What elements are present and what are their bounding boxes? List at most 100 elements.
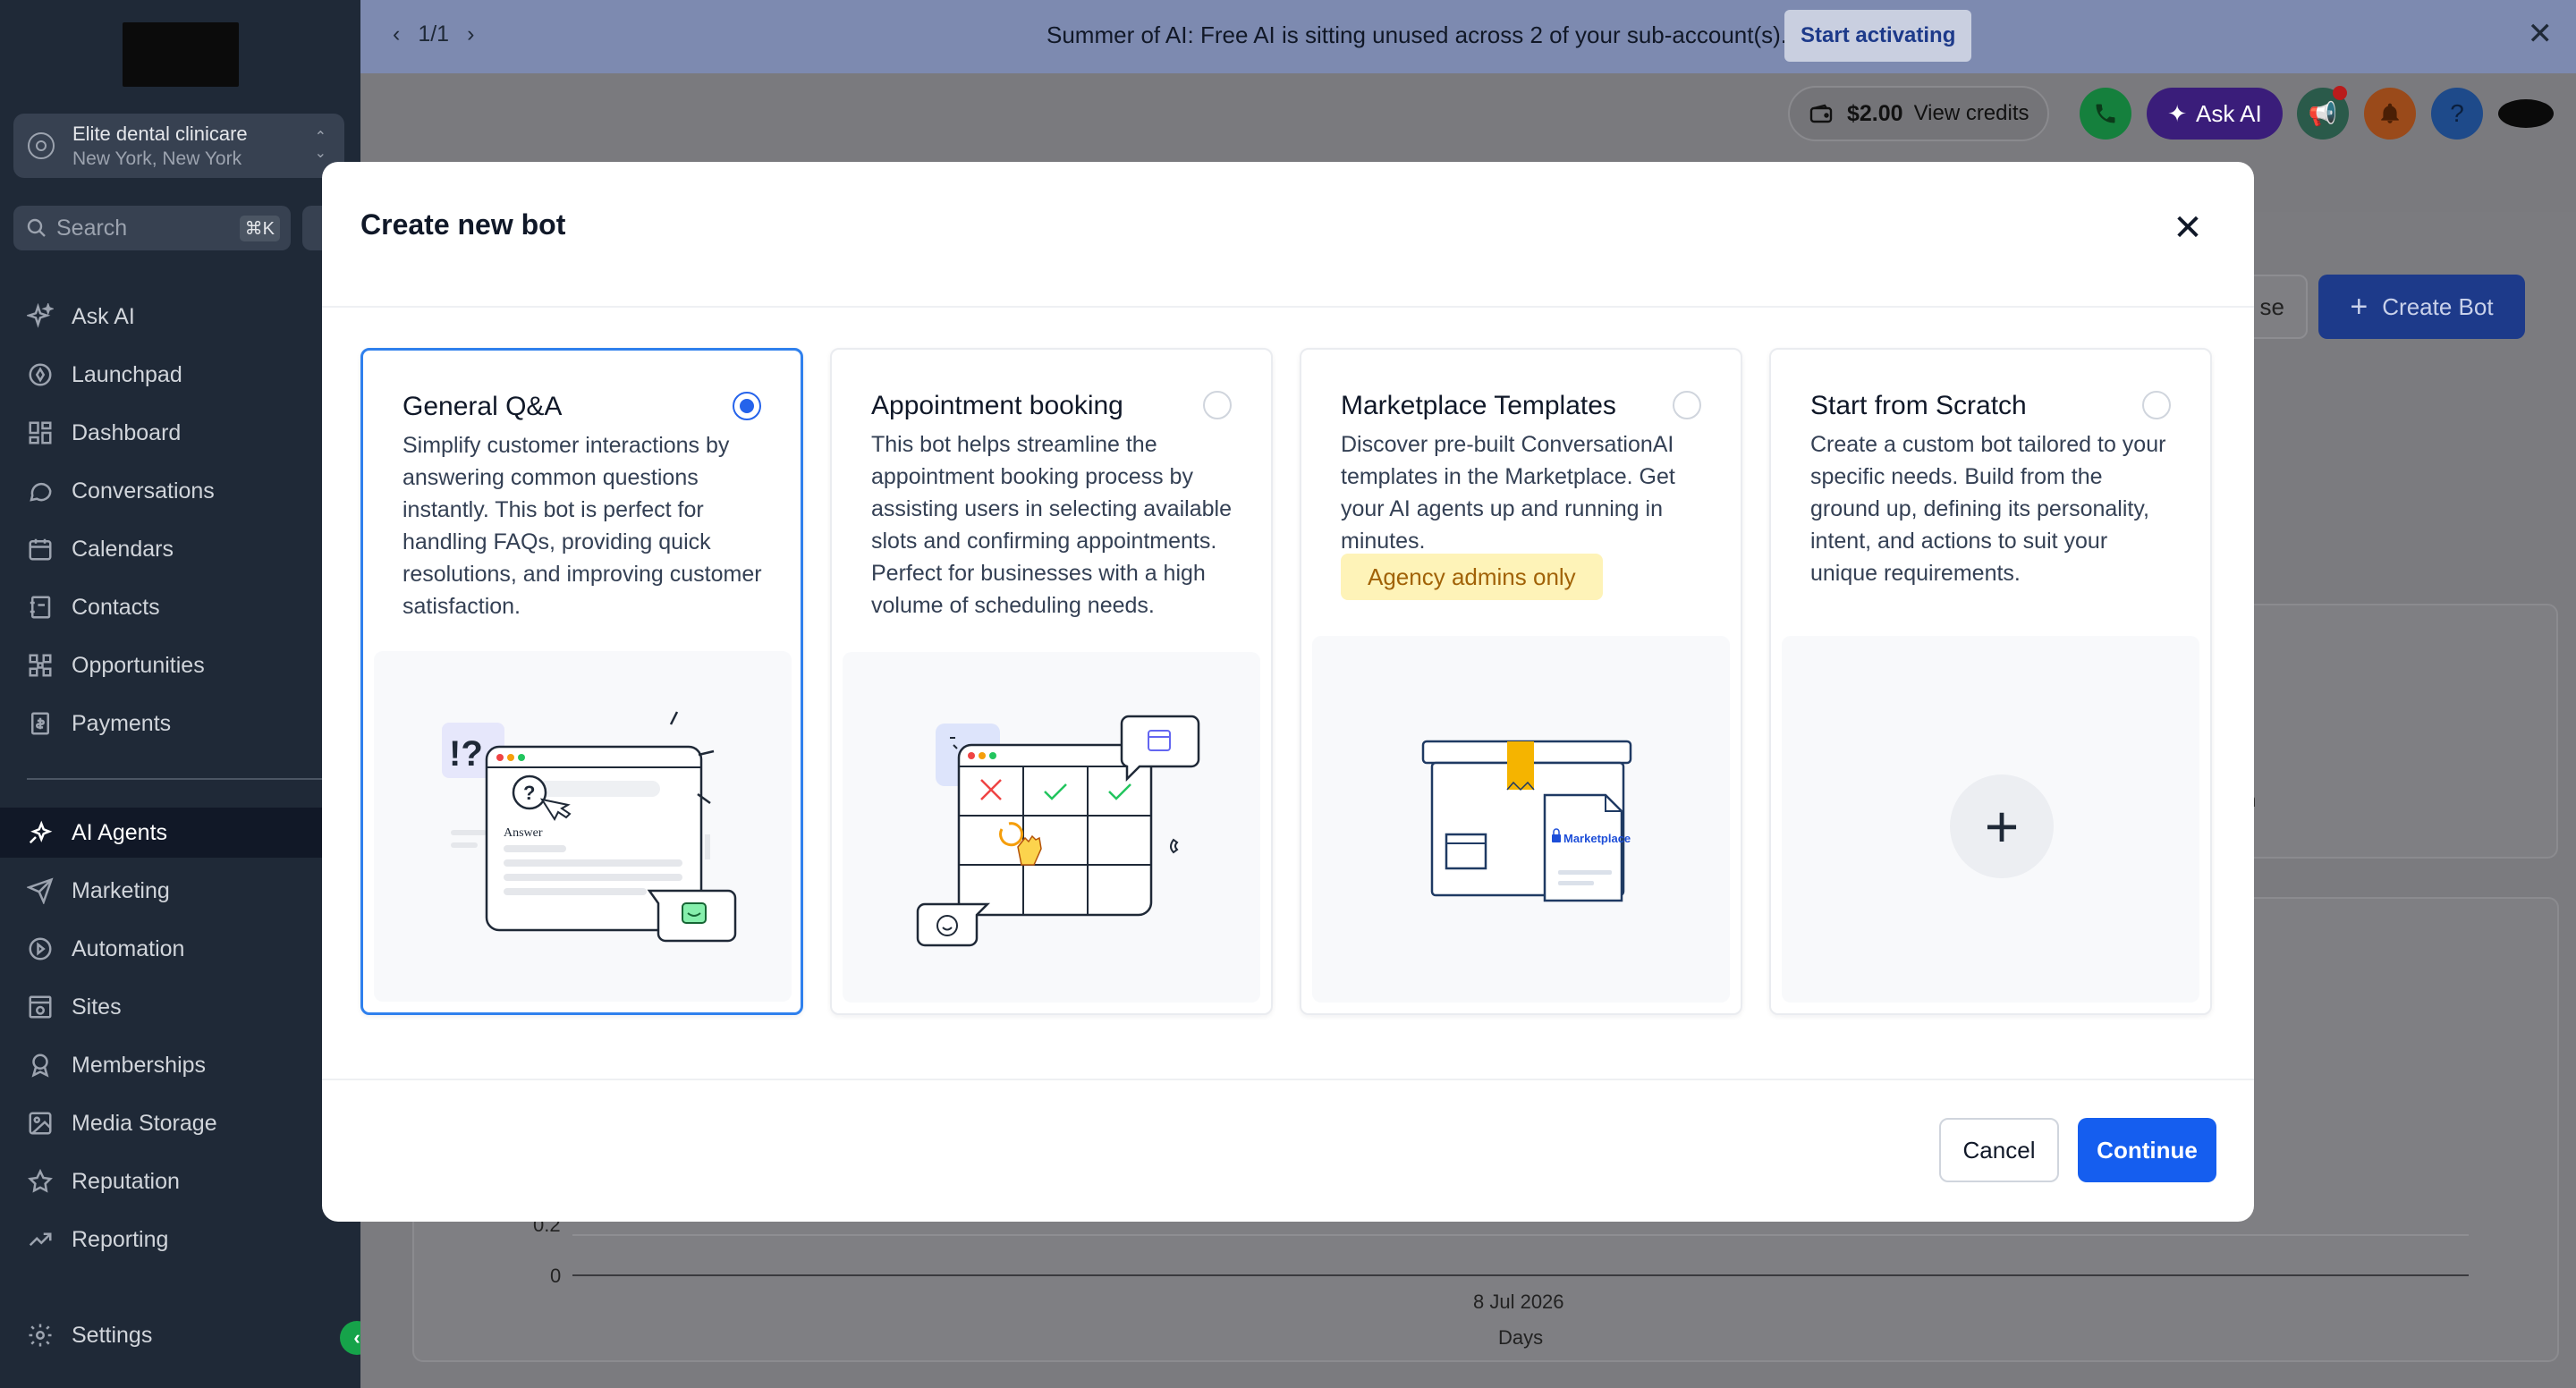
sidebar-item-media-storage[interactable]: Media Storage	[0, 1098, 360, 1148]
option-title: Start from Scratch	[1810, 391, 2027, 420]
account-switcher[interactable]: Elite dental clinicare New York, New Yor…	[13, 114, 344, 178]
x-tick-label: 8 Jul 2026	[1473, 1291, 1564, 1313]
option-title: Appointment booking	[871, 391, 1123, 420]
sidebar-item-dashboard[interactable]: Dashboard	[0, 408, 360, 458]
option-appointment-booking[interactable]: Appointment booking This bot helps strea…	[830, 348, 1273, 1015]
sidebar-item-label: Conversations	[72, 478, 215, 504]
company-logo	[123, 22, 239, 87]
credits-amount: $2.00	[1847, 100, 1903, 126]
payments-icon	[25, 708, 55, 739]
create-bot-modal: Create new bot ✕ General Q&A Simplify cu…	[322, 162, 2254, 1222]
create-bot-label: Create Bot	[2382, 292, 2494, 320]
sidebar-item-label: Calendars	[72, 536, 174, 562]
agency-admins-badge: Agency admins only	[1341, 554, 1603, 600]
scratch-illustration: +	[1782, 636, 2199, 1003]
avatar[interactable]	[2498, 99, 2554, 128]
gear-icon	[25, 1320, 55, 1350]
account-location: New York, New York	[72, 148, 242, 169]
sidebar-item-ai-agents[interactable]: AI Agents	[0, 808, 360, 858]
qa-illustration: !? ? Answer	[374, 651, 792, 1002]
sidebar-item-label: Launchpad	[72, 361, 182, 387]
automation-icon	[25, 934, 55, 964]
phone-button[interactable]	[2080, 88, 2131, 140]
sidebar-item-sites[interactable]: Sites	[0, 982, 360, 1032]
banner-message: Summer of AI: Free AI is sitting unused …	[1046, 21, 1788, 48]
search-icon	[27, 218, 46, 237]
star-icon	[25, 1166, 55, 1197]
search-input[interactable]	[56, 215, 235, 241]
option-title: General Q&A	[402, 392, 563, 421]
bell-icon	[2381, 103, 2399, 123]
close-icon[interactable]: ✕	[2528, 16, 2554, 52]
calendar-icon	[25, 534, 55, 564]
option-start-from-scratch[interactable]: Start from Scratch Create a custom bot t…	[1769, 348, 2212, 1015]
sidebar-item-launchpad[interactable]: Launchpad	[0, 350, 360, 400]
pager-count: 1/1	[418, 21, 450, 47]
option-description: Simplify customer interactions by answer…	[402, 433, 762, 619]
option-marketplace-templates[interactable]: Marketplace Templates Discover pre-built…	[1300, 348, 1742, 1015]
chart-axis-line	[572, 1274, 2469, 1276]
qa-illustration-icon: !? ? Answer	[442, 711, 737, 943]
sidebar-item-marketing[interactable]: Marketing	[0, 866, 360, 916]
plus-icon: +	[2350, 289, 2368, 324]
sparkle-icon: ✦	[2167, 99, 2188, 127]
sidebar-item-conversations[interactable]: Conversations	[0, 466, 360, 516]
sidebar-item-payments[interactable]: Payments	[0, 698, 360, 749]
sidebar-item-label: Opportunities	[72, 652, 205, 678]
sidebar-item-label: Dashboard	[72, 419, 182, 445]
sidebar-item-contacts[interactable]: Contacts	[0, 582, 360, 632]
chevron-left-icon[interactable]: ‹	[393, 21, 400, 47]
option-radio[interactable]	[2142, 391, 2171, 419]
modal-footer-divider	[322, 1079, 2254, 1080]
marketplace-label-text: Marketplace	[1563, 832, 1631, 845]
search-box[interactable]: ⌘K	[13, 206, 291, 250]
sidebar-item-label: Contacts	[72, 594, 160, 620]
sidebar-item-label: Marketing	[72, 877, 170, 903]
marketplace-illustration: Marketplace	[1312, 636, 1730, 1003]
image-icon	[25, 1108, 55, 1138]
sidebar-item-memberships[interactable]: Memberships	[0, 1040, 360, 1090]
sidebar-item-automation[interactable]: Automation	[0, 924, 360, 974]
plus-icon: +	[1950, 774, 2054, 878]
sparkle-icon	[25, 301, 55, 332]
qa-mark-text: !?	[449, 734, 483, 774]
ask-ai-label: Ask AI	[2196, 99, 2262, 127]
chevron-updown-icon: ⌃ ⌄	[314, 130, 326, 161]
grid-icon	[25, 418, 55, 448]
sidebar-item-ask-ai[interactable]: Ask AI	[0, 292, 360, 342]
modal-header-divider	[322, 306, 2254, 308]
option-description: Create a custom bot tailored to your spe…	[1810, 432, 2166, 586]
sidebar-item-opportunities[interactable]: Opportunities	[0, 640, 360, 690]
ask-ai-button[interactable]: ✦ Ask AI	[2147, 88, 2283, 140]
modal-title: Create new bot	[360, 208, 566, 241]
calendar-booking-icon	[916, 715, 1200, 947]
phone-icon	[2096, 104, 2115, 123]
memberships-icon	[25, 1050, 55, 1080]
sidebar-item-reputation[interactable]: Reputation	[0, 1156, 360, 1206]
continue-button[interactable]: Continue	[2078, 1118, 2216, 1182]
notifications-button[interactable]	[2364, 88, 2416, 140]
send-icon	[25, 876, 55, 906]
cancel-button[interactable]: Cancel	[1939, 1118, 2059, 1182]
chevron-right-icon[interactable]: ›	[467, 21, 474, 47]
chart-grid-line	[572, 1234, 2469, 1236]
location-icon	[28, 132, 55, 159]
option-radio[interactable]	[1203, 391, 1232, 419]
option-radio[interactable]	[733, 392, 761, 420]
sidebar-item-label: Automation	[72, 935, 185, 961]
ai-agents-icon	[25, 817, 55, 848]
option-general-qa[interactable]: General Q&A Simplify customer interactio…	[360, 348, 803, 1015]
sidebar-item-reporting[interactable]: Reporting	[0, 1214, 360, 1265]
megaphone-icon: 📢	[2308, 99, 2338, 127]
option-radio[interactable]	[1673, 391, 1701, 419]
close-icon[interactable]: ✕	[2168, 208, 2207, 248]
sidebar-item-label: Reputation	[72, 1168, 180, 1194]
start-activating-button[interactable]: Start activating	[1784, 10, 1972, 62]
help-button[interactable]: ?	[2431, 88, 2483, 140]
sidebar-item-calendars[interactable]: Calendars	[0, 524, 360, 574]
marketplace-box-icon: Marketplace	[1421, 740, 1632, 902]
y-tick-label: 0	[550, 1265, 562, 1287]
view-credits-button[interactable]: $2.00 View credits	[1788, 86, 2049, 141]
notification-dot	[2333, 86, 2347, 100]
sidebar-item-settings[interactable]: Settings	[0, 1310, 360, 1360]
